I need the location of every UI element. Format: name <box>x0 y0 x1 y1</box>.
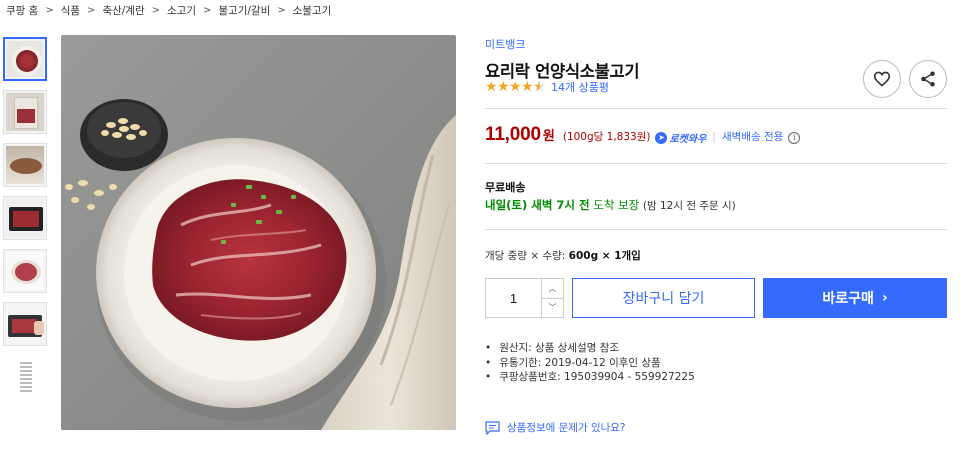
thumbnail-3[interactable] <box>3 143 47 187</box>
share-button[interactable] <box>909 60 947 98</box>
report-issue-label: 상품정보에 문제가 있나요? <box>507 422 626 434</box>
thumbnail-list <box>3 37 49 408</box>
delivery-date: 내일(토) 새벽 7시 전 <box>485 198 590 212</box>
option-summary: 개당 중량 × 수량: 600g × 1개입 <box>485 248 641 263</box>
brand-link[interactable]: 미트뱅크 <box>485 36 947 52</box>
star-icon: ★ <box>485 79 498 95</box>
breadcrumb-home[interactable]: 쿠팡 홈 <box>6 3 38 18</box>
star-half-icon: ★ <box>533 79 546 95</box>
share-icon <box>921 71 935 87</box>
star-rating[interactable]: ★ ★ ★ ★ ★ <box>485 79 546 95</box>
breadcrumb-beef-bulgogi[interactable]: 소불고기 <box>293 3 332 18</box>
free-shipping-label: 무료배송 <box>485 181 526 194</box>
currency-unit: 원 <box>542 129 555 144</box>
breadcrumb-food[interactable]: 식품 <box>61 3 80 18</box>
thumbnail-1[interactable] <box>3 37 47 81</box>
quantity-controls: ︿ ﹀ <box>541 279 563 317</box>
delivery-estimate: 내일(토) 새벽 7시 전 도착 보장 (밤 12시 전 주문 시) <box>485 197 736 213</box>
thumbnail-5[interactable] <box>3 249 47 293</box>
add-to-cart-button[interactable]: 장바구니 담기 <box>572 278 755 318</box>
product-details-list: 원산지: 상품 상세설명 참조 유통기한: 2019-04-12 이후인 상품 … <box>485 340 695 384</box>
unit-price: (100g당 1,833원) <box>562 131 651 143</box>
divider <box>485 229 947 230</box>
comment-icon <box>485 420 500 435</box>
sale-price: 11,000 <box>485 124 541 145</box>
thumbnail-7[interactable] <box>3 355 47 399</box>
divider <box>485 108 947 109</box>
rocket-label: 로켓와우 <box>669 134 707 145</box>
decrease-button[interactable]: ﹀ <box>542 299 563 318</box>
buy-now-button[interactable]: 바로구매 › <box>763 278 947 318</box>
chevron-right-icon: › <box>881 290 888 306</box>
option-label: 개당 중량 × 수량: <box>485 250 566 262</box>
chevron-right-icon: > <box>87 4 96 16</box>
breadcrumb-livestock[interactable]: 축산/계란 <box>102 3 144 18</box>
chevron-right-icon: > <box>45 4 54 16</box>
thumbnail-4[interactable] <box>3 196 47 240</box>
list-item: 쿠팡상품번호: 195039904 - 559927225 <box>485 369 695 384</box>
breadcrumb-beef[interactable]: 소고기 <box>167 3 196 18</box>
rocket-icon: ➤ <box>655 131 668 144</box>
separator: | <box>712 130 716 143</box>
wishlist-button[interactable] <box>863 60 901 98</box>
list-item: 원산지: 상품 상세설명 참조 <box>485 340 695 355</box>
list-item: 유통기한: 2019-04-12 이후인 상품 <box>485 355 695 370</box>
star-icon: ★ <box>509 79 522 95</box>
rocket-wow-badge: ➤ 로켓와우 <box>655 130 706 145</box>
buy-now-label: 바로구매 <box>822 291 874 307</box>
delivery-note: (밤 12시 전 주문 시) <box>642 200 736 212</box>
divider <box>485 163 947 164</box>
star-icon: ★ <box>497 79 510 95</box>
quantity-stepper: 1 ︿ ﹀ <box>485 278 564 318</box>
chevron-right-icon: > <box>151 4 161 16</box>
chevron-right-icon: > <box>277 4 286 16</box>
quantity-input[interactable]: 1 <box>486 279 541 317</box>
main-product-image[interactable] <box>61 35 456 430</box>
delivery-guarantee: 도착 보장 <box>593 198 640 212</box>
price-row: 11,000 원 (100g당 1,833원) ➤ 로켓와우 | 새벽배송 전용… <box>485 124 801 146</box>
info-icon[interactable]: i <box>788 131 801 144</box>
breadcrumb-bulgogi-galbi[interactable]: 불고기/갈비 <box>218 3 270 18</box>
heart-icon <box>873 71 891 87</box>
thumbnail-2[interactable] <box>3 90 47 134</box>
report-issue-link[interactable]: 상품정보에 문제가 있나요? <box>485 420 626 435</box>
thumbnail-6[interactable] <box>3 302 47 346</box>
star-icon: ★ <box>521 79 534 95</box>
product-info: 미트뱅크 요리락 언양식소불고기 ★ ★ ★ ★ ★ 14개 상품평 11,00… <box>485 36 947 435</box>
chevron-down-icon: ﹀ <box>548 303 557 313</box>
breadcrumb: 쿠팡 홈 > 식품 > 축산/계란 > 소고기 > 불고기/갈비 > 소불고기 <box>6 2 331 18</box>
dawn-delivery-label: 새벽배송 전용 <box>722 131 784 143</box>
review-count-link[interactable]: 14개 상품평 <box>551 79 609 95</box>
option-value: 600g × 1개입 <box>568 250 641 262</box>
chevron-right-icon: > <box>203 4 212 16</box>
chevron-up-icon: ︿ <box>548 283 557 293</box>
increase-button[interactable]: ︿ <box>542 279 563 299</box>
